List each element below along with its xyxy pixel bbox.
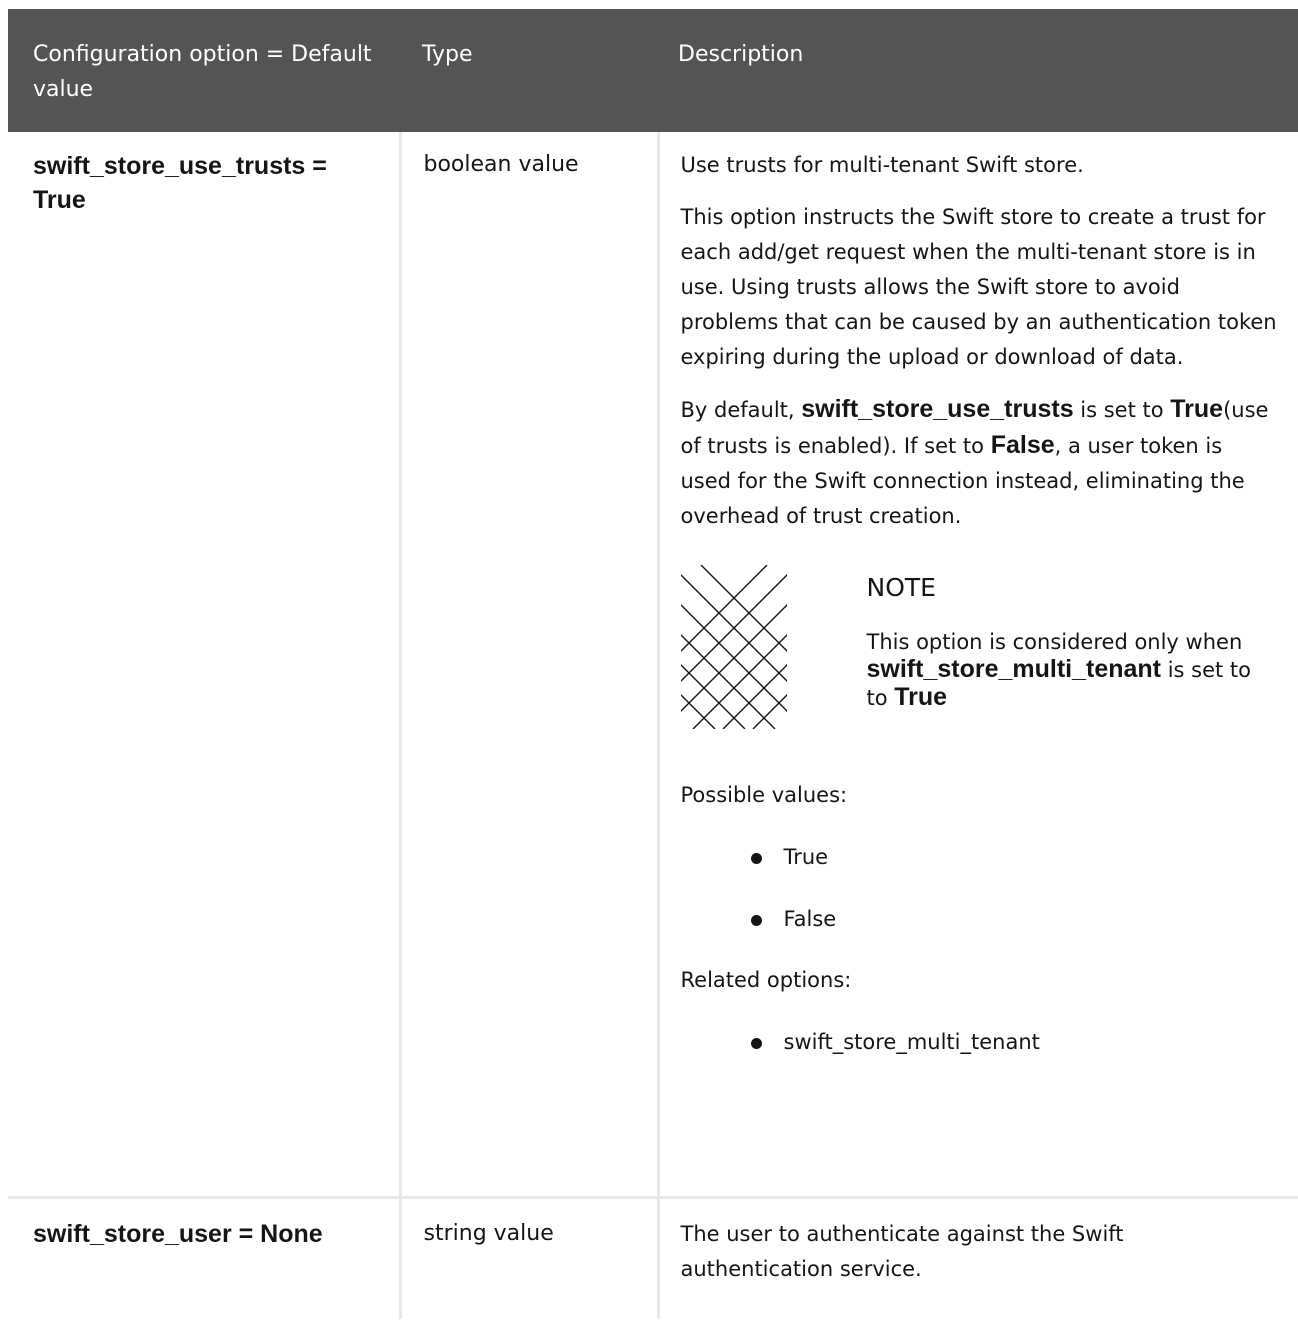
option-description: The user to authenticate against the Swi… [660,1217,1298,1287]
table-row: swift_store_user = None string value The… [8,1197,1298,1319]
list-item: swift_store_multi_tenant [681,1025,1279,1060]
list-item: False [681,902,1279,937]
option-name: swift_store_use_trusts = True [33,152,327,214]
desc-details: This option instructs the Swift store to… [680,205,1277,369]
note-pattern-icon [680,565,787,729]
possible-values-label: Possible values: [680,783,848,807]
inline-code: False [990,431,1055,459]
inline-code: True [1170,395,1224,423]
header-type: Type [400,9,658,132]
option-description: Use trusts for multi-tenant Swift store.… [660,148,1298,1060]
config-options-table: Configuration option = Default value Typ… [8,9,1298,1319]
note-title: NOTE [866,573,936,602]
option-type: boolean value [423,152,579,177]
note-admonition: NOTE This option is considered only when… [680,565,1279,729]
related-options-list: swift_store_multi_tenant [681,1025,1279,1060]
related-options-label: Related options: [680,968,852,992]
note-text: This option is considered only when swif… [866,630,1252,711]
list-item: True [681,840,1279,875]
table-row: swift_store_use_trusts = True boolean va… [8,132,1298,1199]
inline-code: swift_store_use_trusts [801,395,1074,423]
desc-summary: Use trusts for multi-tenant Swift store. [680,153,1084,177]
header-option: Configuration option = Default value [8,9,400,132]
table-header-row: Configuration option = Default value Typ… [8,9,1298,132]
desc-summary: The user to authenticate against the Swi… [680,1222,1124,1281]
option-name: swift_store_user = None [33,1220,323,1248]
possible-values-list: True False [681,840,1279,937]
header-description: Description [658,9,1298,132]
inline-code: True [894,683,948,711]
desc-default-info: By default, swift_store_use_trusts is se… [680,395,1269,528]
option-type: string value [423,1221,554,1246]
inline-code: swift_store_multi_tenant [866,655,1162,683]
